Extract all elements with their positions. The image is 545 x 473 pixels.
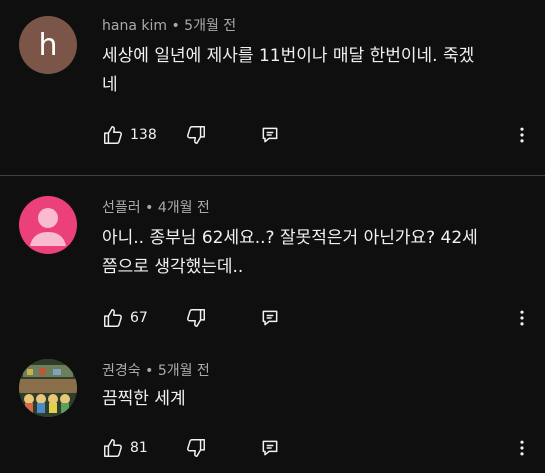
comment-text-line: 네 xyxy=(102,75,118,95)
comment-text-line: 쯤으로 생각했는데.. xyxy=(102,257,244,277)
thumbs-up-icon xyxy=(102,437,124,459)
reply-button[interactable] xyxy=(260,436,280,460)
author-name[interactable]: hana kim xyxy=(102,18,167,34)
comment-actions: 81 xyxy=(100,436,540,460)
meta-separator: • xyxy=(140,363,158,379)
more-vertical-icon xyxy=(512,125,532,145)
meta-separator: • xyxy=(167,18,185,34)
thumbs-down-icon xyxy=(185,307,207,329)
reply-button[interactable] xyxy=(260,306,280,330)
reply-comment-icon xyxy=(260,125,280,145)
avatar[interactable]: h xyxy=(19,16,77,74)
comment-meta: hana kim • 5개월 전 xyxy=(102,15,236,35)
default-avatar-icon xyxy=(30,208,66,246)
avatar[interactable] xyxy=(19,359,77,417)
avatar[interactable] xyxy=(19,196,77,254)
comment-meta: 권경숙 • 5개월 전 xyxy=(102,360,210,380)
comment-text-line: 끔찍한 세계 xyxy=(102,389,186,409)
dislike-button[interactable] xyxy=(185,123,207,147)
comment-text-line: 아니.. 종부님 62세요..? 잘못적은거 아닌가요? 42세 xyxy=(102,228,478,248)
like-count: 67 xyxy=(130,310,148,326)
comment-actions: 138 xyxy=(100,123,540,147)
comment-text: 끔찍한 세계 xyxy=(102,385,522,414)
more-options-button[interactable] xyxy=(512,436,532,460)
comment-actions: 67 xyxy=(100,306,540,330)
meta-separator: • xyxy=(140,200,158,216)
thumbs-up-icon xyxy=(102,307,124,329)
reply-button[interactable] xyxy=(260,123,280,147)
comment-divider xyxy=(0,175,545,176)
thumbs-down-icon xyxy=(185,437,207,459)
comment-text-line: 세상에 일년에 제사를 11번이나 매달 한번이네. 죽겠 xyxy=(102,46,475,66)
dislike-button[interactable] xyxy=(185,306,207,330)
more-vertical-icon xyxy=(512,308,532,328)
like-button[interactable]: 67 xyxy=(102,306,148,330)
like-count: 138 xyxy=(130,127,157,143)
more-options-button[interactable] xyxy=(512,306,532,330)
more-options-button[interactable] xyxy=(512,123,532,147)
reply-comment-icon xyxy=(260,308,280,328)
dislike-button[interactable] xyxy=(185,436,207,460)
thumbs-down-icon xyxy=(185,124,207,146)
comment-time[interactable]: 4개월 전 xyxy=(158,200,210,216)
like-count: 81 xyxy=(130,440,148,456)
author-name[interactable]: 권경숙 xyxy=(102,363,141,379)
like-button[interactable]: 138 xyxy=(102,123,157,147)
thumbs-up-icon xyxy=(102,124,124,146)
comment-text: 아니.. 종부님 62세요..? 잘못적은거 아닌가요? 42세 쯤으로 생각했… xyxy=(102,224,522,282)
comment-2: 선플러 • 4개월 전 아니.. 종부님 62세요..? 잘못적은거 아닌가요?… xyxy=(0,180,545,345)
comment-time[interactable]: 5개월 전 xyxy=(158,363,210,379)
avatar-letter: h xyxy=(38,27,58,63)
more-vertical-icon xyxy=(512,438,532,458)
comment-text: 세상에 일년에 제사를 11번이나 매달 한번이네. 죽겠 네 xyxy=(102,42,522,100)
comment-3: 권경숙 • 5개월 전 끔찍한 세계 81 xyxy=(0,345,545,473)
comment-meta: 선플러 • 4개월 전 xyxy=(102,197,210,217)
author-name[interactable]: 선플러 xyxy=(102,200,141,216)
comment-1: h hana kim • 5개월 전 세상에 일년에 제사를 11번이나 매달 … xyxy=(0,0,545,165)
comment-time[interactable]: 5개월 전 xyxy=(184,18,236,34)
reply-comment-icon xyxy=(260,438,280,458)
photo-avatar-icon xyxy=(19,359,77,417)
like-button[interactable]: 81 xyxy=(102,436,148,460)
